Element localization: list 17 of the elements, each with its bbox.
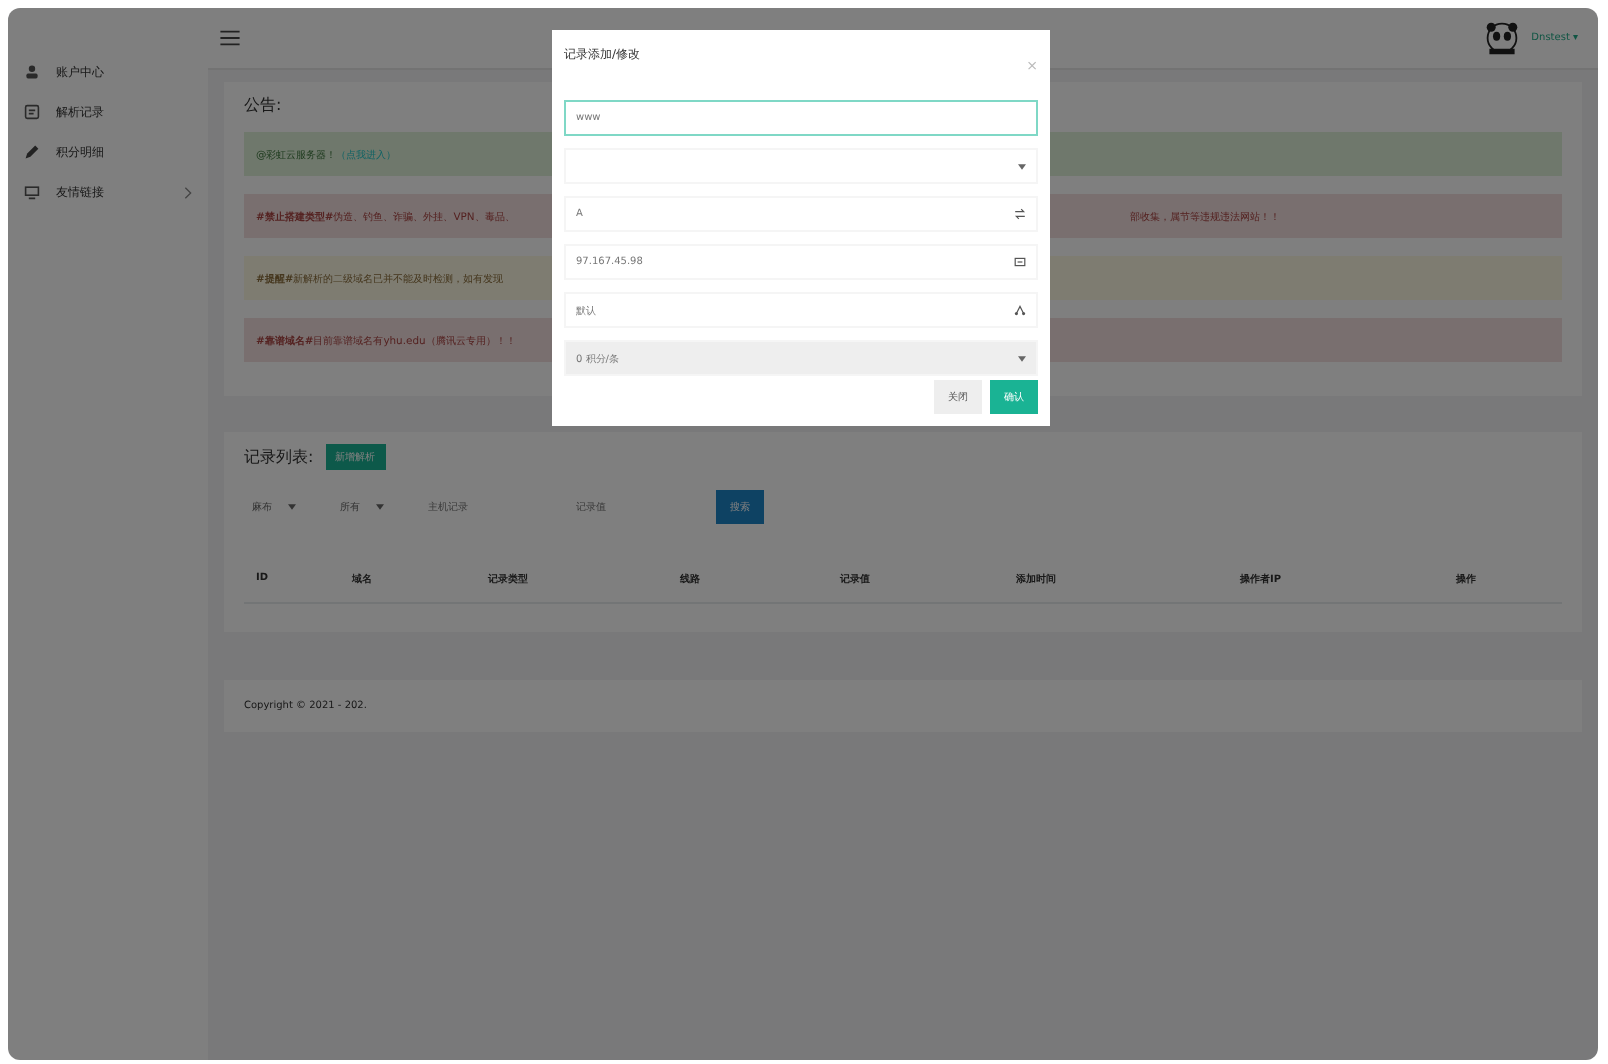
swap-icon [1014, 208, 1026, 220]
pen-icon [24, 144, 40, 160]
monitor-icon [24, 184, 40, 200]
select-field[interactable] [564, 148, 1038, 184]
chevron-icon [184, 185, 192, 199]
route-icon [1014, 304, 1026, 316]
card-title: 公告: [244, 94, 284, 116]
card-icon [1014, 256, 1026, 268]
caret-icon [376, 504, 384, 510]
caret-icon [288, 504, 296, 510]
document-icon [24, 104, 40, 120]
user-icon [24, 64, 40, 80]
caret-icon [1018, 355, 1026, 361]
caret-icon [1018, 163, 1026, 169]
card-title: 记录列表: [244, 446, 314, 468]
panda-icon[interactable] [1483, 20, 1520, 56]
menu-icon[interactable] [220, 30, 240, 46]
